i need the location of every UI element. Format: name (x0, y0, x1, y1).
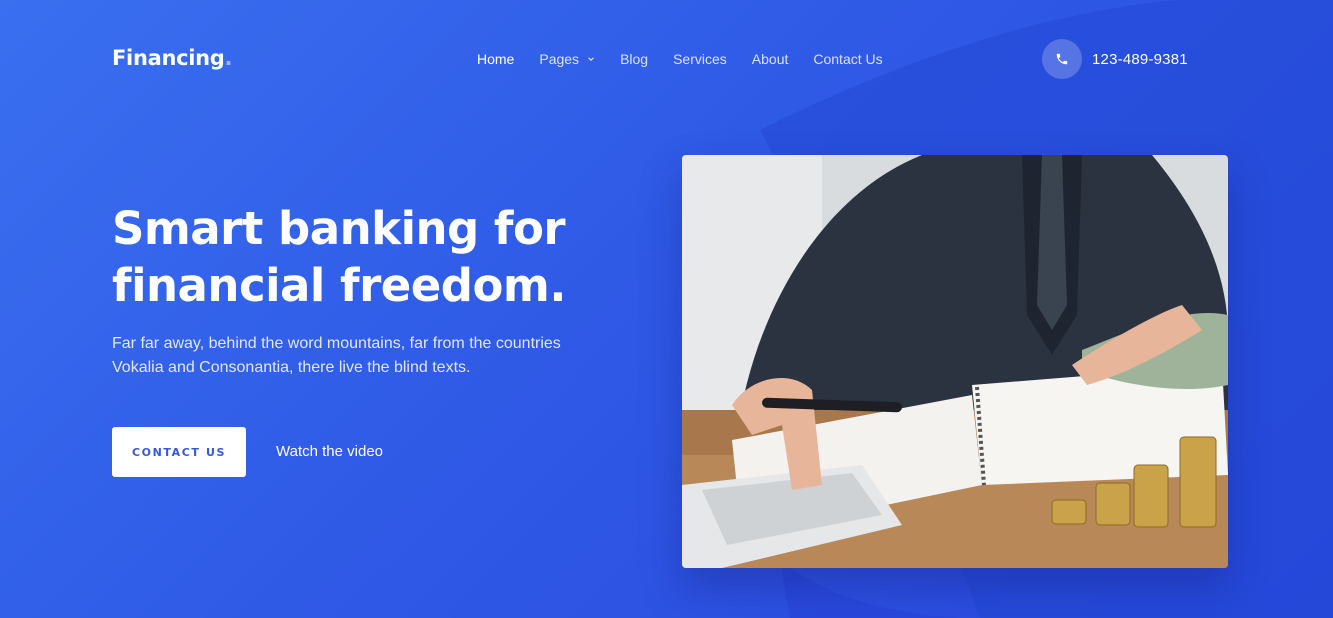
brand-name: Financing (112, 46, 225, 70)
phone-number: 123-489-9381 (1092, 50, 1188, 68)
nav-item-blog[interactable]: Blog (620, 51, 648, 67)
watch-video-link[interactable]: Watch the video (276, 443, 383, 460)
nav-item-label: Pages (539, 51, 580, 67)
nav-item-services[interactable]: Services (673, 51, 727, 67)
phone-contact[interactable]: 123-489-9381 (1042, 39, 1188, 79)
top-navigation: Financing. Home Pages Blog Services Abou… (0, 0, 1333, 118)
phone-icon (1042, 39, 1082, 79)
nav-item-label: About (751, 51, 789, 67)
main-menu: Home Pages Blog Services About Contact U… (477, 51, 883, 67)
nav-item-label: Blog (620, 51, 649, 67)
hero-image (682, 155, 1228, 568)
nav-item-label: Contact Us (813, 51, 883, 67)
hero-description-line: Far far away, behind the word mountains,… (112, 335, 561, 352)
hero-title-line: financial freedom. (112, 259, 566, 312)
hero-title-line: Smart banking for (112, 202, 566, 255)
contact-us-button[interactable]: CONTACT US (112, 427, 246, 477)
nav-item-about[interactable]: About (752, 51, 789, 67)
hero-title: Smart banking for financial freedom. (112, 200, 632, 314)
nav-item-contact-us[interactable]: Contact Us (813, 51, 882, 67)
chevron-down-icon (588, 57, 594, 61)
hero-description: Far far away, behind the word mountains,… (112, 332, 642, 380)
brand-dot: . (224, 46, 233, 70)
nav-item-label: Home (477, 51, 515, 67)
nav-item-label: Services (673, 51, 727, 67)
nav-item-pages[interactable]: Pages (539, 51, 595, 67)
brand-logo[interactable]: Financing. (112, 46, 233, 70)
hero-description-line: Vokalia and Consonantia, there live the … (112, 359, 471, 376)
nav-item-home[interactable]: Home (477, 51, 514, 67)
